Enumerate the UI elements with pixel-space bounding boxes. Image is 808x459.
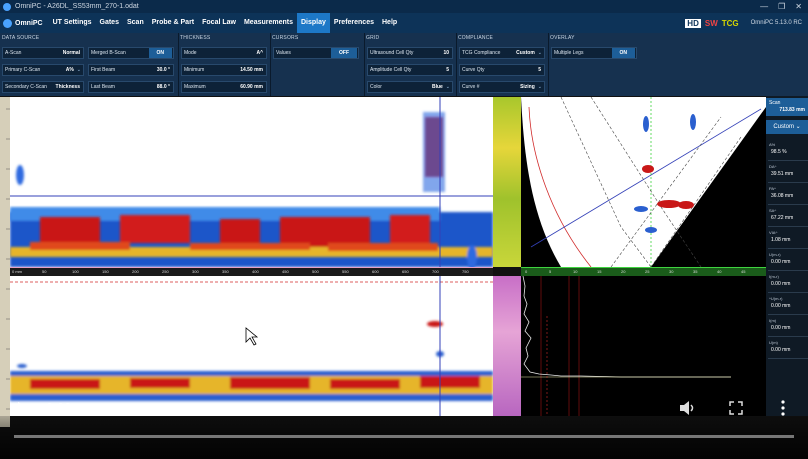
reading-u-m: U(m) 0.00 mm bbox=[768, 338, 808, 359]
menu-display[interactable]: Display bbox=[297, 13, 330, 33]
menu-scan[interactable]: Scan bbox=[123, 13, 148, 33]
reading-u-m-r-2: ^U(m-r) 0.00 mm bbox=[768, 294, 808, 315]
group-cursors: CURSORS Values OFF bbox=[270, 33, 365, 96]
sw-flag: SW bbox=[704, 18, 718, 28]
scan-position-readout[interactable]: Scan 713.83 mm bbox=[766, 98, 808, 116]
reading-sa: SA^ 67.22 mm bbox=[768, 206, 808, 227]
fullscreen-icon bbox=[729, 401, 743, 415]
title-bar: OmniPC - A26DL_SS53mm_270-1.odat — ❐ ✕ bbox=[0, 0, 808, 13]
c-scan-secondary-image bbox=[10, 276, 493, 416]
multiple-legs-toggle[interactable]: Multiple Legs ON bbox=[551, 47, 637, 59]
reading-u-m-r: U(m-r) 0.00 mm bbox=[768, 250, 808, 271]
window-title: OmniPC - A26DL_SS53mm_270-1.odat bbox=[15, 3, 139, 10]
play-icon bbox=[18, 402, 29, 414]
menu-gates[interactable]: Gates bbox=[96, 13, 123, 33]
thickness-maximum-field[interactable]: Maximum 60.90 mm bbox=[181, 81, 267, 93]
primary-c-scan-select[interactable]: Primary C-Scan A% ⌄ bbox=[2, 64, 84, 76]
a-scan-select[interactable]: A-Scan Normal bbox=[2, 47, 84, 59]
thickness-minimum-field[interactable]: Minimum 14.50 mm bbox=[181, 64, 267, 76]
tcg-flag: TCG bbox=[721, 18, 739, 28]
group-data-source: DATA SOURCE A-Scan Normal Primary C-Scan… bbox=[0, 33, 179, 96]
group-grid: GRID Ultrasound Cell Qty 10 Amplitude Ce… bbox=[364, 33, 457, 96]
app-icon bbox=[3, 2, 11, 11]
c-scan-secondary[interactable] bbox=[10, 276, 493, 416]
group-compliance: COMPLIANCE TCG Compliance Custom ⌄ Curve… bbox=[456, 33, 549, 96]
vertical-ruler-ticks bbox=[6, 108, 10, 410]
restore-icon[interactable]: ❐ bbox=[778, 2, 785, 11]
group-overlay: OVERLAY Multiple Legs ON bbox=[548, 33, 640, 96]
chevron-down-icon: ⌄ bbox=[76, 67, 81, 73]
readings-panel: Scan 713.83 mm Custom ⌄ A% 98.5 % DA^ 39… bbox=[766, 96, 808, 416]
video-time: 0:00 bbox=[46, 400, 72, 415]
mouse-cursor-icon bbox=[245, 327, 259, 346]
readings-layout-select[interactable]: Custom ⌄ bbox=[766, 120, 808, 134]
more-vertical-icon bbox=[781, 400, 785, 416]
secondary-color-bar bbox=[493, 276, 521, 416]
menu-ut-settings[interactable]: UT Settings bbox=[49, 13, 96, 33]
chevron-down-icon: ⌄ bbox=[795, 124, 801, 130]
reading-da: DA^ 39.51 mm bbox=[768, 162, 808, 183]
a-scan-image bbox=[521, 276, 731, 416]
mode-flags: HD SW TCG OmniPC 5.13.0 RC bbox=[685, 18, 808, 28]
amplitude-color-bar bbox=[493, 97, 521, 267]
cursor-values-toggle[interactable]: Values OFF bbox=[273, 47, 359, 59]
chevron-down-icon: ⌄ bbox=[537, 50, 542, 56]
curve-qty-field[interactable]: Curve Qty 5 bbox=[459, 64, 545, 76]
version-label: OmniPC 5.13.0 RC bbox=[750, 20, 802, 26]
menu-bar: OmniPC UT Settings Gates Scan Probe & Pa… bbox=[0, 13, 808, 33]
c-scan-primary[interactable] bbox=[10, 97, 493, 267]
amplitude-cell-qty-field[interactable]: Amplitude Cell Qty 5 bbox=[367, 64, 453, 76]
menu-measurements[interactable]: Measurements bbox=[240, 13, 297, 33]
reading-i-m-r: I(m-r) 0.00 mm bbox=[768, 272, 808, 293]
c-scan-primary-image bbox=[10, 97, 493, 267]
volume-button[interactable] bbox=[679, 400, 697, 421]
group-title-data-source: DATA SOURCE bbox=[2, 35, 40, 41]
video-progress-bar[interactable] bbox=[14, 435, 794, 438]
thickness-mode-field[interactable]: Mode A^ bbox=[181, 47, 267, 59]
chevron-down-icon: ⌄ bbox=[445, 84, 450, 90]
curve-number-select[interactable]: Curve # Sizing ⌄ bbox=[459, 81, 545, 93]
more-options-button[interactable] bbox=[780, 400, 786, 421]
hd-flag: HD bbox=[685, 18, 701, 28]
app-name: OmniPC bbox=[15, 19, 43, 27]
omnipc-window: OmniPC - A26DL_SS53mm_270-1.odat — ❐ ✕ O… bbox=[0, 0, 808, 459]
menu-focal-law[interactable]: Focal Law bbox=[198, 13, 240, 33]
menu-probe-part[interactable]: Probe & Part bbox=[148, 13, 198, 33]
volume-icon bbox=[680, 401, 694, 415]
tcg-compliance-select[interactable]: TCG Compliance Custom ⌄ bbox=[459, 47, 545, 59]
app-logo: OmniPC bbox=[0, 18, 49, 28]
close-icon[interactable]: ✕ bbox=[795, 2, 802, 11]
display-ribbon: DATA SOURCE A-Scan Normal Primary C-Scan… bbox=[0, 33, 808, 96]
sector-scan-image bbox=[521, 97, 766, 267]
first-beam-field[interactable]: First Beam 30.0 ° bbox=[88, 64, 174, 76]
sector-scan[interactable] bbox=[521, 97, 766, 267]
reading-via: VIA^ 1.08 mm bbox=[768, 228, 808, 249]
merged-b-scan-toggle[interactable]: Merged B-Scan ON bbox=[88, 47, 174, 59]
menu-help[interactable]: Help bbox=[378, 13, 401, 33]
window-controls: — ❐ ✕ bbox=[760, 2, 808, 11]
reading-a-percent: A% 98.5 % bbox=[768, 140, 808, 161]
ultrasound-cell-qty-field[interactable]: Ultrasound Cell Qty 10 bbox=[367, 47, 453, 59]
reading-pa: PA^ 36.08 mm bbox=[768, 184, 808, 205]
play-button[interactable] bbox=[16, 401, 30, 420]
minimize-icon[interactable]: — bbox=[760, 2, 768, 11]
menu-preferences[interactable]: Preferences bbox=[330, 13, 378, 33]
secondary-c-scan-select[interactable]: Secondary C-Scan Thickness bbox=[2, 81, 84, 93]
reading-i-m: I(m) 0.00 mm bbox=[768, 316, 808, 337]
fullscreen-button[interactable] bbox=[729, 401, 743, 420]
group-thickness: THICKNESS Mode A^ Minimum 14.50 mm Maxim… bbox=[178, 33, 271, 96]
grid-color-select[interactable]: Color Blue ⌄ bbox=[367, 81, 453, 93]
a-scan[interactable] bbox=[521, 276, 766, 416]
vertical-ruler bbox=[0, 97, 10, 427]
last-beam-field[interactable]: Last Beam 88.0 ° bbox=[88, 81, 174, 93]
omnipc-logo-icon bbox=[3, 18, 12, 28]
chevron-down-icon: ⌄ bbox=[537, 84, 542, 90]
